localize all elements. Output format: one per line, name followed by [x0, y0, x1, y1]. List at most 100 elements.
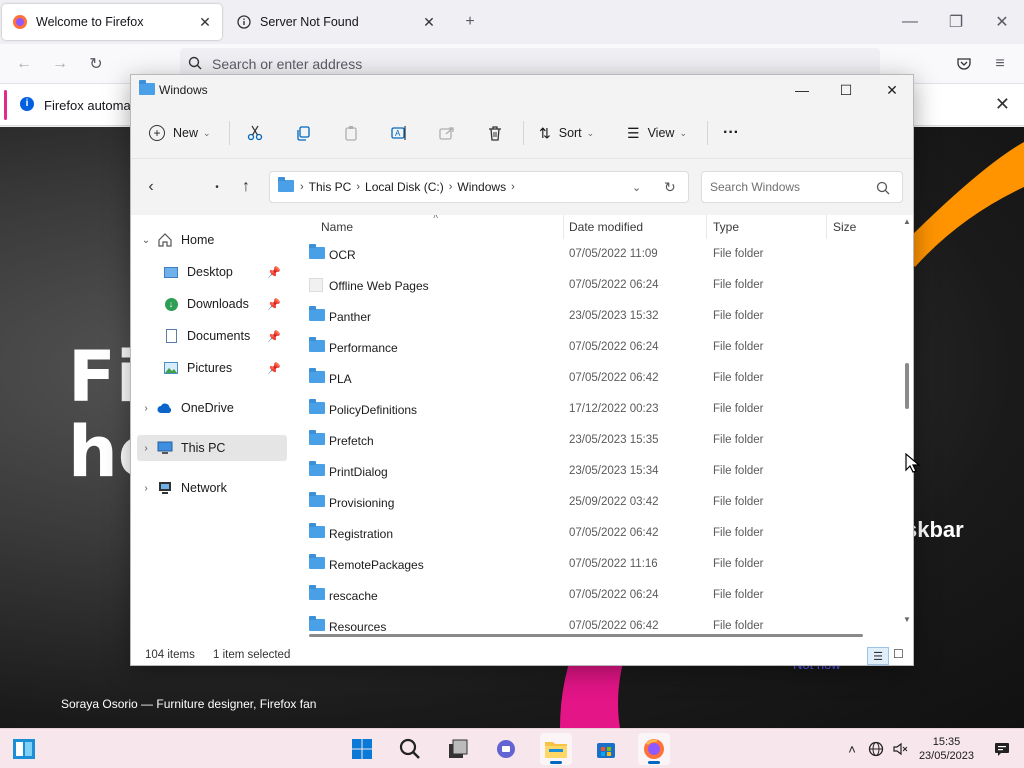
mute-volume-icon[interactable] — [886, 735, 914, 763]
nav-item-downloads[interactable]: ↓ Downloads 📌 — [161, 291, 287, 317]
search-input[interactable]: Search Windows — [701, 171, 903, 203]
table-row[interactable]: RemotePackages 07/05/2022 11:16 File folde… — [301, 549, 901, 580]
chevron-right-icon[interactable]: › — [137, 483, 155, 494]
info-icon — [236, 14, 252, 30]
selection-count: 1 item selected — [213, 649, 291, 661]
notification-icon[interactable] — [988, 735, 1016, 763]
details-view-icon[interactable]: ☰ — [867, 647, 889, 665]
delete-icon[interactable] — [487, 118, 503, 148]
view-button[interactable]: ☰ View ⌄ — [627, 118, 687, 148]
new-tab-icon[interactable]: + — [456, 8, 484, 36]
table-row[interactable]: Prefetch 23/05/2023 15:35 File folder — [301, 425, 901, 456]
tab-server-not-found[interactable]: Server Not Found ✕ — [226, 4, 446, 40]
table-row[interactable]: Registration 07/05/2022 06:42 File folder — [301, 518, 901, 549]
reload-icon[interactable]: ↻ — [82, 50, 110, 78]
start-icon[interactable] — [346, 733, 378, 765]
firefox-icon[interactable] — [638, 733, 670, 765]
file-date: 07/05/2022 06:24 — [569, 341, 659, 353]
table-row[interactable]: Resources 07/05/2022 06:42 File folder — [301, 611, 901, 631]
teams-chat-icon[interactable] — [490, 733, 522, 765]
close-window-icon[interactable]: ✕ — [869, 75, 913, 105]
sort-button[interactable]: ⇅ Sort ⌄ — [539, 118, 594, 148]
nav-item-onedrive[interactable]: › OneDrive — [137, 395, 287, 421]
breadcrumb-windows[interactable]: Windows — [457, 180, 506, 194]
nav-item-this-pc[interactable]: › This PC — [137, 435, 287, 461]
minimize-icon[interactable]: — — [779, 75, 825, 105]
restore-icon[interactable]: ❐ — [942, 8, 970, 36]
breadcrumb-local-disk[interactable]: Local Disk (C:) — [365, 180, 444, 194]
computer-icon — [155, 440, 175, 456]
chevron-down-icon[interactable]: ⌄ — [632, 181, 641, 194]
file-type: File folder — [713, 527, 764, 539]
system-clock[interactable]: 15:35 23/05/2023 — [919, 735, 974, 763]
table-row[interactable]: Provisioning 25/09/2022 03:42 File folder — [301, 487, 901, 518]
explorer-command-bar: + New ⌄ A ⇅ Sort ⌄ ☰ View ⌄ ··· — [131, 105, 913, 159]
close-window-icon[interactable]: ✕ — [988, 8, 1016, 36]
close-tab-icon[interactable]: ✕ — [196, 13, 214, 31]
scrollbar-thumb[interactable] — [905, 363, 909, 409]
tab-welcome[interactable]: Welcome to Firefox ✕ — [2, 4, 222, 40]
nav-item-documents[interactable]: Documents 📌 — [161, 323, 287, 349]
close-tab-icon[interactable]: ✕ — [420, 13, 438, 31]
file-explorer-icon[interactable] — [540, 733, 572, 765]
breadcrumb-this-pc[interactable]: This PC — [309, 180, 352, 194]
chevron-down-icon[interactable]: ⌄ — [137, 235, 155, 246]
horizontal-scrollbar[interactable] — [289, 629, 901, 641]
nav-item-desktop[interactable]: Desktop 📌 — [161, 259, 287, 285]
table-row[interactable]: PLA 07/05/2022 06:42 File folder — [301, 363, 901, 394]
see-more-button[interactable]: ··· — [723, 118, 739, 148]
search-icon[interactable] — [394, 733, 426, 765]
table-row[interactable]: PrintDialog 23/05/2023 15:34 File folder — [301, 456, 901, 487]
table-row[interactable]: OCR 07/05/2022 11:09 File folder — [301, 239, 901, 270]
nav-item-pictures[interactable]: Pictures 📌 — [161, 355, 287, 381]
share-icon[interactable] — [439, 118, 455, 148]
table-row[interactable]: Performance 07/05/2022 06:24 File folder — [301, 332, 901, 363]
folder-icon — [278, 176, 294, 195]
back-icon[interactable]: ‹ — [137, 173, 165, 201]
column-type[interactable]: Type — [713, 220, 739, 234]
minimize-icon[interactable]: — — [896, 8, 924, 36]
table-row[interactable]: Panther 23/05/2023 15:32 File folder — [301, 301, 901, 332]
paste-icon[interactable] — [343, 118, 359, 148]
forward-icon[interactable]: → — [46, 50, 74, 78]
home-icon — [155, 232, 175, 248]
rename-icon[interactable]: A — [391, 118, 407, 148]
vertical-scrollbar[interactable]: ▲ ▼ — [901, 217, 913, 629]
thumbnail-view-icon[interactable]: ☐ — [893, 647, 904, 661]
file-date: 07/05/2022 11:16 — [569, 558, 658, 570]
close-notification-icon[interactable]: ✕ — [995, 94, 1010, 115]
copy-icon[interactable] — [295, 118, 311, 148]
address-bar[interactable]: › This PC › Local Disk (C:) › Windows › … — [269, 171, 689, 203]
toolbar-separator — [229, 121, 230, 145]
task-view-icon[interactable] — [442, 733, 474, 765]
folder-icon — [309, 492, 325, 510]
recent-locations-icon[interactable]: • — [203, 173, 231, 201]
up-arrow-icon[interactable]: ↑ — [232, 173, 260, 201]
table-row[interactable]: PolicyDefinitions 17/12/2022 00:23 File fo… — [301, 394, 901, 425]
photo-caption: Soraya Osorio — Furniture designer, Fire… — [61, 697, 317, 711]
column-size[interactable]: Size — [833, 220, 856, 234]
maximize-icon[interactable]: ☐ — [823, 75, 869, 105]
table-row[interactable]: rescache 07/05/2022 06:24 File folder — [301, 580, 901, 611]
table-row[interactable]: Offline Web Pages 07/05/2022 06:24 File fo… — [301, 270, 901, 301]
clock-time: 15:35 — [932, 736, 961, 748]
new-button[interactable]: + New ⌄ — [149, 118, 211, 148]
chevron-right-icon[interactable]: › — [137, 443, 155, 454]
nav-item-network[interactable]: › Network — [137, 475, 287, 501]
column-date-modified[interactable]: Date modified — [569, 220, 643, 234]
nav-label: Home — [181, 233, 215, 247]
refresh-icon[interactable]: ↻ — [664, 179, 676, 196]
nav-item-home[interactable]: ⌄ Home — [137, 227, 287, 253]
scroll-up-icon[interactable]: ▲ — [903, 217, 911, 226]
menu-icon[interactable]: ≡ — [986, 50, 1014, 78]
cut-icon[interactable] — [247, 118, 263, 148]
back-icon[interactable]: ← — [10, 50, 38, 78]
column-name[interactable]: Name — [321, 220, 353, 234]
scroll-down-icon[interactable]: ▼ — [903, 615, 911, 624]
store-icon[interactable] — [590, 733, 622, 765]
nav-label: OneDrive — [181, 401, 234, 415]
scrollbar-thumb[interactable] — [309, 634, 863, 637]
widgets-icon[interactable] — [8, 733, 40, 765]
chevron-right-icon[interactable]: › — [137, 403, 155, 414]
pocket-icon[interactable] — [950, 50, 978, 78]
